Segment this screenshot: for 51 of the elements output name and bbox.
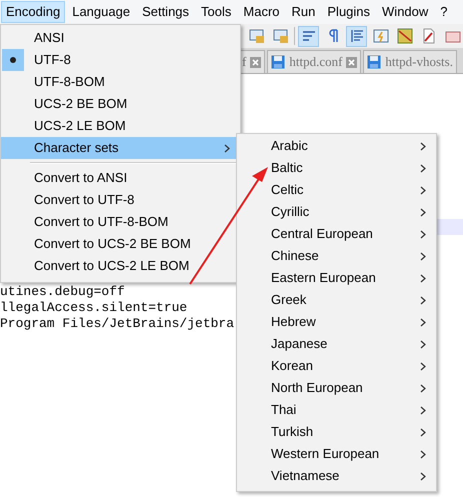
menu-option[interactable]: Eastern European bbox=[237, 267, 436, 289]
map-icon[interactable] bbox=[396, 28, 412, 44]
tab-title: httpd.conf bbox=[289, 53, 342, 72]
menu-option[interactable]: Convert to UTF-8 bbox=[1, 189, 240, 211]
menu-option[interactable]: UTF-8-BOM bbox=[1, 71, 240, 93]
menu-option[interactable]: Greek bbox=[237, 289, 436, 311]
panel-lightning-icon[interactable] bbox=[372, 28, 388, 44]
menu-option[interactable]: Baltic bbox=[237, 157, 436, 179]
menu-item[interactable]: Encoding bbox=[1, 1, 66, 23]
menu-item[interactable]: Tools bbox=[196, 1, 236, 23]
menu-item[interactable]: Settings bbox=[137, 1, 194, 23]
file-tab[interactable]: httpd-vhosts. bbox=[363, 50, 457, 73]
menu-option[interactable]: Convert to UTF-8-BOM bbox=[1, 211, 240, 233]
document-pen-icon[interactable] bbox=[420, 28, 436, 44]
menu-item[interactable]: ? bbox=[435, 1, 453, 23]
menu-option[interactable]: Arabic bbox=[237, 135, 436, 157]
menu-option[interactable]: UTF-8 bbox=[1, 49, 240, 71]
menu-item[interactable]: Language bbox=[67, 1, 136, 23]
code-line: utines.debug=off bbox=[0, 284, 125, 300]
menu-option[interactable]: Hebrew bbox=[237, 311, 436, 333]
menu-option[interactable]: North European bbox=[237, 377, 436, 399]
menu-option[interactable]: Central European bbox=[237, 223, 436, 245]
code-line: Program Files/JetBrains/jetbra bbox=[0, 316, 234, 332]
menu-option[interactable]: Cyrillic bbox=[237, 201, 436, 223]
menu-option[interactable]: Thai bbox=[237, 399, 436, 421]
indent-guide-icon[interactable] bbox=[348, 28, 364, 44]
menu-option[interactable]: Western European bbox=[237, 443, 436, 465]
close-icon[interactable] bbox=[250, 56, 262, 68]
tab-title: f bbox=[242, 53, 246, 72]
menu-option[interactable]: UCS-2 BE BOM bbox=[1, 93, 240, 115]
menu-option[interactable]: Convert to UCS-2 BE BOM bbox=[1, 233, 240, 255]
file-tab[interactable]: httpd.conf bbox=[267, 50, 362, 73]
menu-option[interactable]: Convert to UCS-2 LE BOM bbox=[1, 255, 240, 277]
menu-item[interactable]: Plugins bbox=[322, 1, 376, 23]
menu-option[interactable]: Vietnamese bbox=[237, 465, 436, 487]
save-icon bbox=[271, 55, 286, 69]
menu-option[interactable]: Celtic bbox=[237, 179, 436, 201]
menu-option[interactable]: Chinese bbox=[237, 245, 436, 267]
menu-item[interactable]: Macro bbox=[238, 1, 285, 23]
code-line: llegalAccess.silent=true bbox=[0, 300, 188, 316]
menu-item[interactable]: Run bbox=[286, 1, 320, 23]
menu-option[interactable]: Turkish bbox=[237, 421, 436, 443]
menu-option[interactable]: Korean bbox=[237, 355, 436, 377]
menu-option[interactable]: Japanese bbox=[237, 333, 436, 355]
menu-option[interactable]: UCS-2 LE BOM bbox=[1, 115, 240, 137]
close-icon[interactable] bbox=[346, 56, 358, 68]
save-icon bbox=[367, 55, 382, 69]
menu-option[interactable]: ANSI bbox=[1, 27, 240, 49]
tab-title: httpd-vhosts. bbox=[385, 53, 453, 72]
menu-item[interactable]: Window bbox=[377, 1, 434, 23]
menu-option[interactable]: Convert to ANSI bbox=[1, 167, 240, 189]
